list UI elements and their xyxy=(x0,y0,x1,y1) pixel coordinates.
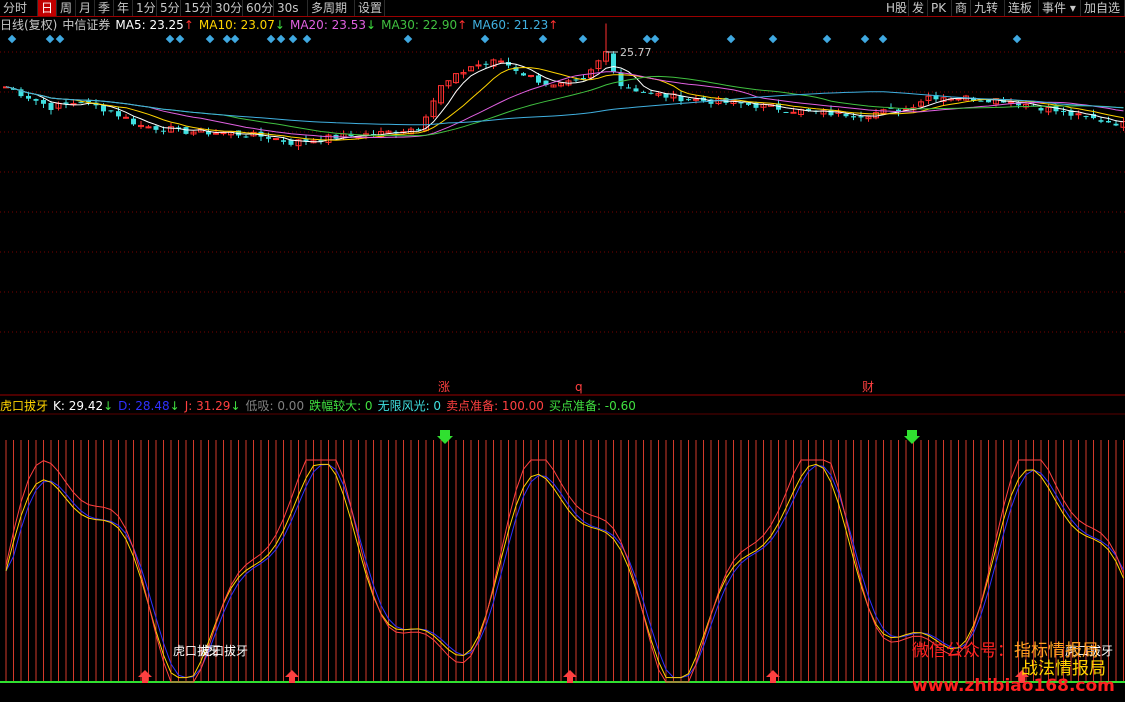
candle-body xyxy=(131,118,136,125)
candle-body xyxy=(851,116,856,118)
signal-diamond-12 xyxy=(403,34,413,44)
candle-body xyxy=(281,140,286,142)
candle-body xyxy=(48,102,54,110)
candle-body xyxy=(641,91,646,93)
candle-body xyxy=(1008,101,1014,104)
signal-diamond-17 xyxy=(650,34,660,44)
signal-diamond-13 xyxy=(480,34,490,44)
candle-body xyxy=(26,95,31,99)
candle-body xyxy=(145,126,152,129)
candle-body xyxy=(498,60,504,63)
signal-diamond-2 xyxy=(55,34,65,44)
signal-diamond-3 xyxy=(165,34,175,44)
candle-body xyxy=(633,88,639,92)
candle-body xyxy=(783,111,789,113)
candle-body xyxy=(746,102,751,105)
signal-diamond-0 xyxy=(7,34,17,44)
candle-body xyxy=(536,75,541,83)
candle-body xyxy=(183,127,189,134)
signal-diamond-21 xyxy=(860,34,870,44)
signal-diamond-8 xyxy=(266,34,276,44)
candle-body xyxy=(955,98,962,101)
candle-body xyxy=(266,137,271,139)
candle-body xyxy=(1113,123,1119,126)
signal-diamond-18 xyxy=(726,34,736,44)
candle-body xyxy=(123,116,129,119)
signal-diamond-20 xyxy=(822,34,832,44)
signal-diamond-16 xyxy=(642,34,652,44)
candle-body xyxy=(678,95,684,102)
signal-diamond-22 xyxy=(878,34,888,44)
candle-body xyxy=(686,99,691,101)
candle-body xyxy=(843,113,849,117)
candle-body xyxy=(1098,120,1104,122)
candle-body xyxy=(858,116,864,118)
signal-diamond-23 xyxy=(1012,34,1022,44)
sell-arrow-0 xyxy=(437,430,453,444)
event-marker-2: 财 xyxy=(862,380,874,394)
candle-body xyxy=(626,87,631,89)
candle-body xyxy=(1106,121,1111,123)
candle-body xyxy=(475,64,482,67)
candle-body xyxy=(41,100,46,104)
event-marker-0: 涨 xyxy=(438,379,450,394)
candles-group xyxy=(3,23,1125,150)
candle-body xyxy=(483,63,489,65)
signal-diamond-10 xyxy=(288,34,298,44)
candle-body xyxy=(573,79,579,81)
high-price-label: 25.77 xyxy=(620,46,652,59)
event-marker-1: q xyxy=(575,380,583,394)
indicator-label-1: 虎口拔牙 xyxy=(200,643,248,658)
candle-body xyxy=(611,53,616,72)
candle-body xyxy=(78,102,84,104)
candle-body xyxy=(581,78,586,80)
signal-diamond-9 xyxy=(276,34,286,44)
candle-body xyxy=(108,110,114,112)
candle-body xyxy=(153,126,159,130)
chart-canvas[interactable]: 25.77涨 q 财虎口拔牙虎口拔牙 虎口拔牙 xyxy=(0,0,1125,702)
signal-diamond-5 xyxy=(205,34,215,44)
signal-diamond-1 xyxy=(45,34,55,44)
candle-body xyxy=(978,100,984,102)
candle-body xyxy=(101,105,106,112)
candle-body xyxy=(1075,113,1082,116)
signal-diamond-11 xyxy=(302,34,312,44)
candle-body xyxy=(1061,110,1066,112)
signal-diamond-6 xyxy=(222,34,232,44)
candle-body xyxy=(521,73,526,76)
candle-body xyxy=(1083,116,1089,118)
candle-body xyxy=(273,138,279,141)
candle-body xyxy=(790,111,797,114)
signal-diamond-7 xyxy=(230,34,240,44)
candle-body xyxy=(528,74,534,77)
candle-body xyxy=(116,111,121,117)
candle-body xyxy=(161,130,166,132)
watermark-url: www.zhibiao168.com xyxy=(912,676,1115,696)
candle-body xyxy=(648,92,654,94)
signal-diamond-15 xyxy=(578,34,588,44)
candle-body xyxy=(33,99,39,101)
candle-body xyxy=(243,136,249,138)
signal-diamond-4 xyxy=(175,34,185,44)
candle-body xyxy=(1038,108,1044,111)
signal-diamond-14 xyxy=(538,34,548,44)
candle-body xyxy=(986,99,991,103)
signal-diamond-19 xyxy=(768,34,778,44)
candle-body xyxy=(213,132,219,135)
